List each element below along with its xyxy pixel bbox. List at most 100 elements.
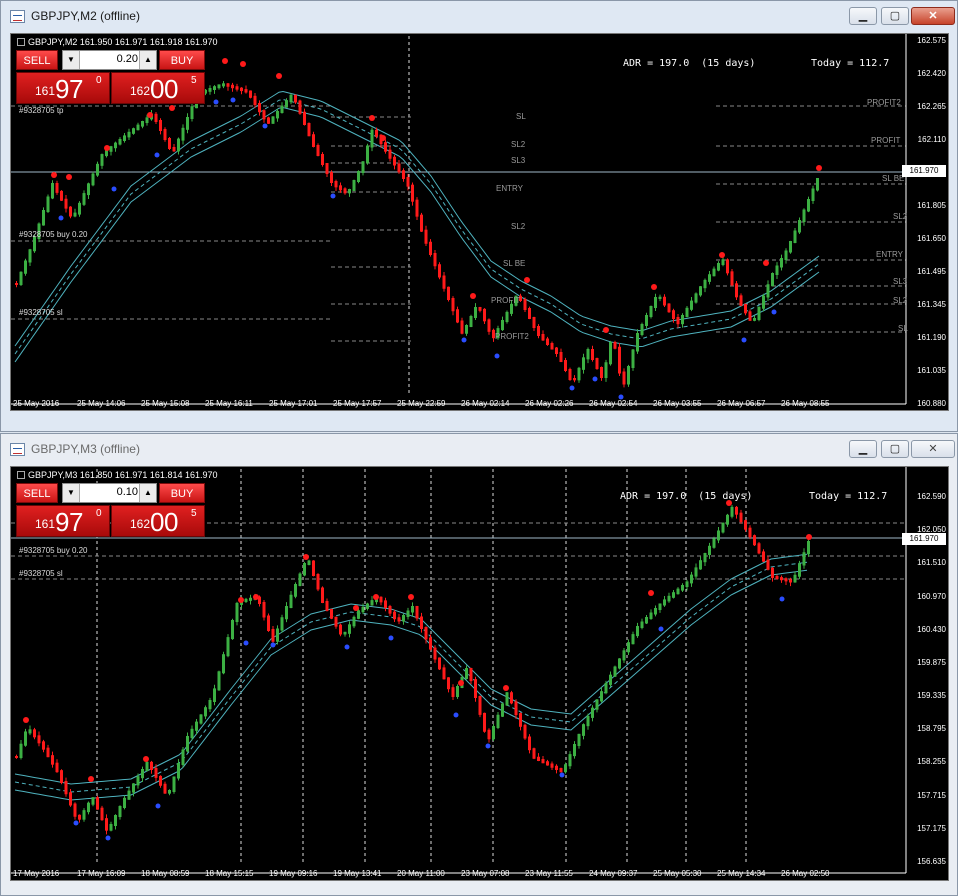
trade-level-label: PROFIT2 <box>495 332 529 341</box>
lot-increase-arrow-icon[interactable]: ▲ <box>139 484 156 502</box>
candle-body <box>712 268 716 277</box>
price-chart[interactable]: GBPJPY,M2 161.950 161.971 161.918 161.97… <box>10 33 949 411</box>
candle-body <box>384 600 387 608</box>
candle-body <box>811 188 815 201</box>
candle-body <box>370 129 374 148</box>
maximize-button[interactable]: ▢ <box>881 7 909 25</box>
window-titlebar[interactable]: GBPJPY,M2 (offline) ▁ ▢ ✕ <box>1 1 957 33</box>
candle-body <box>420 616 423 629</box>
candle-body <box>730 271 734 286</box>
candle-body <box>510 303 513 314</box>
lot-increase-arrow-icon[interactable]: ▲ <box>139 51 156 69</box>
candle-body <box>235 86 239 90</box>
candle-body <box>618 658 621 669</box>
candle-body <box>456 309 459 323</box>
window-titlebar[interactable]: GBPJPY,M3 (offline) ▁ ▢ ✕ <box>1 434 957 466</box>
symbol-info: GBPJPY,M3 161.850 161.971 161.814 161.97… <box>17 470 218 480</box>
order-label-buy: #9328705 buy 0.20 <box>19 230 88 239</box>
candle-body <box>127 131 131 138</box>
candle-body <box>235 602 239 622</box>
price-chart[interactable]: GBPJPY,M3 161.850 161.971 161.814 161.97… <box>10 466 949 881</box>
candle-body <box>640 621 644 628</box>
candle-body <box>127 790 131 800</box>
candle-body <box>433 253 437 267</box>
candle-body <box>64 198 68 209</box>
buy-button[interactable]: BUY <box>159 483 205 503</box>
bid-price-button[interactable]: 161 97 0 <box>16 505 110 537</box>
fractal-high-marker <box>380 135 386 141</box>
candle-body <box>654 297 657 308</box>
price-axis-label: 161.345 <box>917 300 946 309</box>
lot-decrease-arrow-icon[interactable]: ▼ <box>63 484 80 502</box>
maximize-button[interactable]: ▢ <box>881 440 909 458</box>
minimize-button[interactable]: ▁ <box>849 7 877 25</box>
close-button[interactable]: ✕ <box>911 440 955 458</box>
candle-body <box>213 86 216 90</box>
candle-body <box>15 283 18 285</box>
candle-body <box>802 209 806 222</box>
candle-body <box>226 637 230 657</box>
today-range-text: Today = 112.7 <box>809 491 888 502</box>
trade-level-label: PROFIT2 <box>867 98 901 107</box>
bid-price-pips: 97 <box>55 507 83 537</box>
trade-level-label: SL3 <box>893 277 908 286</box>
candle-body <box>51 755 54 765</box>
price-axis-label: 162.265 <box>917 102 946 111</box>
chart-window-icon <box>10 10 25 23</box>
candle-body <box>631 634 635 645</box>
sell-button[interactable]: SELL <box>16 483 58 503</box>
adr-indicator-text: ADR = 197.0 (15 days) <box>623 58 756 69</box>
candle-body <box>717 263 720 271</box>
candle-body <box>64 781 68 795</box>
bid-price-button[interactable]: 161 97 0 <box>16 72 110 104</box>
lot-size-value[interactable]: 0.10 <box>81 486 138 498</box>
candle-body <box>118 806 122 817</box>
candle-body <box>145 761 149 771</box>
candle-body <box>249 597 252 601</box>
time-axis-label: 17 May 16:09 <box>77 869 126 878</box>
candle-body <box>172 147 176 152</box>
candle-body <box>451 687 455 697</box>
fractal-high-marker <box>147 112 153 118</box>
candle-body <box>685 307 689 317</box>
close-button[interactable]: ✕ <box>911 7 955 25</box>
candle-body <box>330 608 333 619</box>
price-axis-label: 161.805 <box>917 201 946 210</box>
time-axis-label: 25 May 2016 <box>13 399 60 408</box>
candle-body <box>145 117 149 123</box>
lot-decrease-arrow-icon[interactable]: ▼ <box>63 51 80 69</box>
candle-body <box>685 581 689 587</box>
chart-window-m2: GBPJPY,M2 (offline) ▁ ▢ ✕ GBPJPY,M2 161.… <box>0 0 958 432</box>
candle-body <box>753 318 756 321</box>
candle-body <box>199 714 203 724</box>
candle-body <box>289 594 293 608</box>
lot-size-input[interactable]: ▼ 0.10 ▲ <box>62 483 157 503</box>
bid-price-fraction: 0 <box>96 75 102 86</box>
candle-body <box>658 296 662 299</box>
candle-body <box>406 177 410 187</box>
envelope-lower-line <box>14 106 820 363</box>
fractal-high-marker <box>353 605 359 611</box>
sell-button[interactable]: SELL <box>16 50 58 70</box>
candle-body <box>798 220 801 233</box>
lot-size-value[interactable]: 0.20 <box>81 53 138 65</box>
fractal-high-marker <box>603 327 609 333</box>
buy-button[interactable]: BUY <box>159 50 205 70</box>
candle-body <box>163 783 167 794</box>
price-axis-label: 158.795 <box>917 724 946 734</box>
candle-body <box>802 552 806 566</box>
candle-body <box>667 303 671 313</box>
ask-price-button[interactable]: 162 00 5 <box>111 505 205 537</box>
lot-size-input[interactable]: ▼ 0.20 ▲ <box>62 50 157 70</box>
minimize-button[interactable]: ▁ <box>849 440 877 458</box>
one-click-trading-panel: SELL ▼ 0.20 ▲ BUY 161 97 0 162 00 5 <box>16 50 208 104</box>
candle-body <box>141 121 144 127</box>
candle-body <box>226 83 230 87</box>
time-axis-label: 26 May 02:14 <box>461 399 510 408</box>
candle-body <box>109 146 113 152</box>
candle-body <box>577 367 581 381</box>
time-axis-label: 26 May 02:26 <box>525 399 574 408</box>
candle-body <box>748 527 752 538</box>
ask-price-button[interactable]: 162 00 5 <box>111 72 205 104</box>
candle-body <box>231 84 234 89</box>
